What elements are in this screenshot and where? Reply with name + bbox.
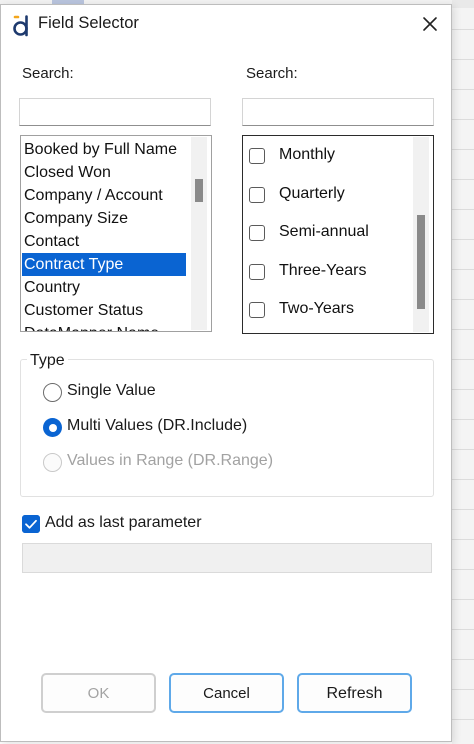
value-item-two-years[interactable]: Two-Years [249,297,409,325]
fields-scrollbar[interactable] [191,137,207,330]
value-item-three-years[interactable]: Three-Years [249,259,409,287]
radio-button-selected[interactable] [43,418,62,437]
value-label: Monthly [279,146,336,163]
value-item-semi-annual[interactable]: Semi-annual [249,220,409,248]
values-scrollbar[interactable] [413,137,429,332]
title-bar: Field Selector [1,5,451,43]
field-item-contract-type[interactable]: Contract Type [22,253,186,276]
cancel-button[interactable]: Cancel [169,673,284,713]
radio-label: Single Value [67,382,156,399]
value-checkbox[interactable] [249,302,265,318]
values-search-input[interactable] [242,98,434,126]
value-checkbox[interactable] [249,264,265,280]
background-sheet-grid [452,0,474,744]
field-item-country[interactable]: Country [22,276,186,299]
radio-label: Values in Range (DR.Range) [67,452,274,469]
field-item-company-account[interactable]: Company / Account [22,184,186,207]
values-scrollbar-thumb[interactable] [417,215,425,309]
checkmark-icon[interactable] [22,515,40,533]
value-item-quarterly[interactable]: Quarterly [249,182,409,210]
fields-search-label: Search: [22,65,74,82]
value-checkbox[interactable] [249,187,265,203]
field-item-booked-by-full-name[interactable]: Booked by Full Name [22,138,186,161]
value-label: Two-Years [279,300,354,317]
field-item-company-size[interactable]: Company Size [22,207,186,230]
refresh-button[interactable]: Refresh [297,673,412,713]
values-list: Monthly Quarterly Semi-annual Three-Year… [242,135,434,334]
add-as-last-parameter-label: Add as last parameter [45,514,202,531]
field-item-datamapper-name[interactable]: DataMapper Name [22,322,186,331]
radio-button-disabled [43,453,62,472]
value-checkbox[interactable] [249,225,265,241]
fields-scrollbar-thumb[interactable] [195,179,203,202]
ok-button[interactable]: OK [41,673,156,713]
dialog-title: Field Selector [38,14,139,32]
type-group-title: Type [27,352,68,370]
fields-list: Booked by Full Name Closed Won Company /… [20,135,212,332]
value-label: Semi-annual [279,223,369,240]
field-item-contact[interactable]: Contact [22,230,186,253]
parameter-text-field[interactable] [22,543,432,573]
radio-button[interactable] [43,383,62,402]
field-item-closed-won[interactable]: Closed Won [22,161,186,184]
fields-search-input[interactable] [19,98,211,126]
values-search-label: Search: [246,65,298,82]
value-item-monthly[interactable]: Monthly [249,143,409,171]
field-item-customer-status[interactable]: Customer Status [22,299,186,322]
field-selector-dialog: Field Selector Search: Booked by Full Na… [0,4,452,742]
radio-label: Multi Values (DR.Include) [67,417,248,434]
app-logo-icon [13,15,28,37]
value-checkbox[interactable] [249,148,265,164]
close-icon[interactable] [415,11,445,39]
background-spreadsheet [452,0,474,744]
value-label: Three-Years [279,262,367,279]
value-label: Quarterly [279,185,345,202]
